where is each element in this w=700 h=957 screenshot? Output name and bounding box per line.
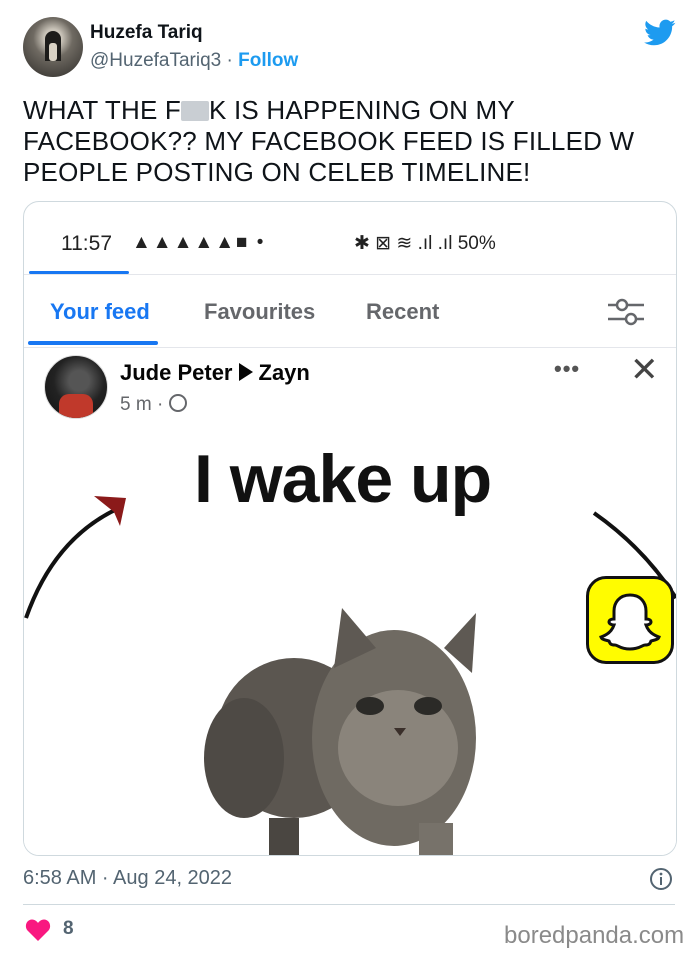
system-status-icons: ✱ ⊠ ≋ .ıl .ıl 50% (354, 233, 496, 254)
tab-favourites[interactable]: Favourites (204, 299, 315, 325)
snapchat-icon (586, 576, 674, 664)
post-meta: 5 m · (120, 394, 187, 416)
tab-your-feed[interactable]: Your feed (50, 299, 150, 325)
tweet-timestamp[interactable]: 6:58 AM · Aug 24, 2022 (23, 867, 232, 890)
post-author-name[interactable]: Jude Peter (120, 360, 233, 385)
author-handle[interactable]: @HuzefaTariq3 (90, 50, 221, 71)
avatar-shirt-graphic (59, 394, 93, 418)
post-author-line: Jude Peter Zayn (120, 360, 310, 386)
like-count[interactable]: 8 (63, 918, 74, 940)
filter-icon[interactable] (604, 295, 648, 329)
globe-icon (168, 394, 187, 412)
tweet-text: WHAT THE FK IS HAPPENING ON MY FACEBOOK?… (23, 95, 673, 188)
footer-divider (23, 904, 675, 905)
twitter-bird-icon[interactable] (644, 19, 676, 47)
author-name[interactable]: Huzefa Tariq (90, 22, 203, 44)
boredpanda-watermark: boredpanda.com (504, 922, 685, 949)
heart-icon[interactable] (25, 918, 51, 942)
tweet-text-part-1: WHAT THE F (23, 95, 181, 125)
post-author-avatar[interactable] (44, 355, 108, 419)
censor-blur (181, 101, 209, 121)
phone-status-bar: 11:57 ▲▲▲▲▲■ • ✱ ⊠ ≋ .ıl .ıl 50% (24, 202, 676, 274)
active-tab-underline (28, 341, 158, 345)
status-time: 11:57 (61, 232, 112, 255)
close-icon[interactable]: ✕ (630, 350, 659, 390)
avatar-figure-graphic (49, 43, 57, 61)
post-target-name[interactable]: Zayn (259, 360, 310, 385)
meme-image[interactable]: I wake up (24, 438, 676, 855)
notification-icons: ▲▲▲▲▲■ • (132, 232, 266, 253)
separator-dot: · (226, 50, 233, 71)
author-handle-row: @HuzefaTariq3 · Follow (90, 50, 298, 72)
right-triangle-icon (238, 363, 253, 381)
embedded-screenshot[interactable]: 11:57 ▲▲▲▲▲■ • ✱ ⊠ ≋ .ıl .ıl 50% Your fe… (23, 201, 677, 856)
cat-image (204, 608, 476, 855)
follow-button[interactable]: Follow (238, 50, 298, 71)
info-icon[interactable] (649, 867, 673, 891)
post-time[interactable]: 5 m · (120, 394, 163, 415)
feed-tabs: Your feed Favourites Recent (24, 274, 676, 348)
left-curve-line (24, 506, 120, 619)
more-options-button[interactable]: ••• (554, 356, 580, 382)
meme-graphics (24, 496, 676, 855)
author-avatar[interactable] (23, 17, 83, 77)
tab-recent[interactable]: Recent (366, 299, 439, 325)
